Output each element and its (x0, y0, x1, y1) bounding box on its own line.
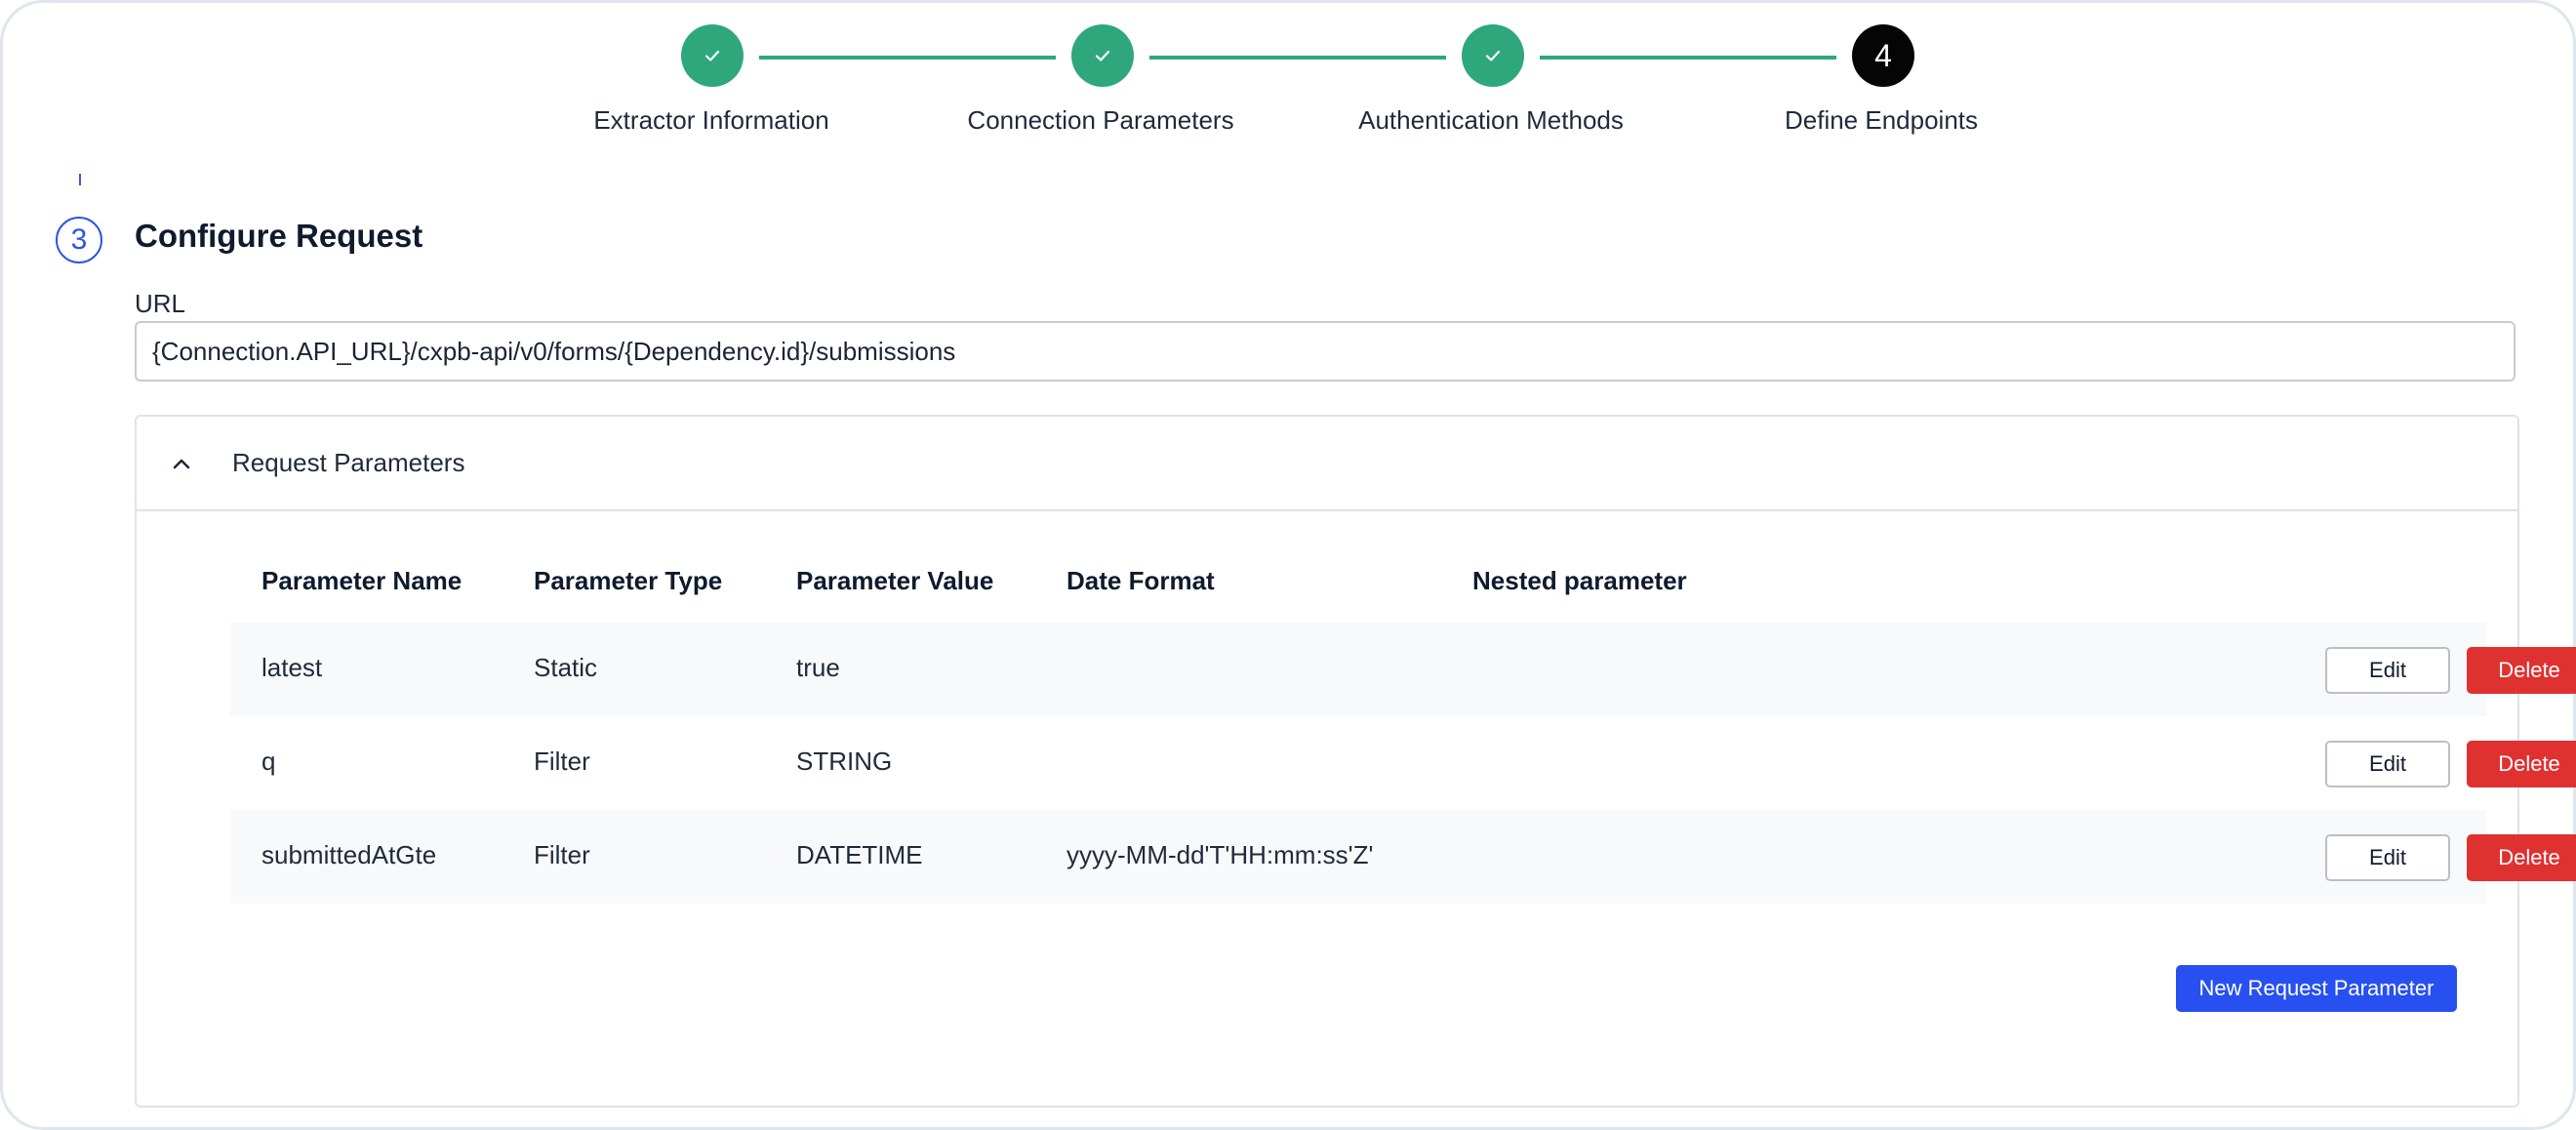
url-label: URL (135, 289, 186, 318)
param-name: q (262, 747, 276, 776)
step-2-complete[interactable] (1071, 24, 1134, 87)
step-label: Authentication Methods (1358, 105, 1624, 135)
step-connector (1149, 56, 1446, 60)
section-number-badge: 3 (56, 217, 102, 263)
new-request-parameter-button[interactable]: New Request Parameter (2176, 965, 2457, 1012)
check-icon (1485, 50, 1501, 61)
delete-button[interactable]: Delete (2467, 647, 2576, 694)
check-icon (1095, 50, 1110, 61)
param-name: submittedAtGte (262, 840, 437, 869)
step-label: Define Endpoints (1784, 105, 1979, 135)
param-type: Filter (534, 747, 590, 776)
param-value: DATETIME (796, 840, 923, 869)
request-parameters-panel: Request Parameters Parameter Name Parame… (135, 415, 2576, 1108)
edit-button[interactable]: Edit (2325, 647, 2450, 694)
param-value: STRING (796, 747, 893, 776)
stepper: 4 Extractor Information Connection Param… (0, 0, 2576, 156)
column-header: Parameter Name (262, 566, 463, 595)
param-date-format: yyyy-MM-dd'T'HH:mm:ss'Z' (1067, 840, 1374, 869)
edit-button[interactable]: Edit (2325, 834, 2450, 881)
step-number: 4 (1874, 37, 1892, 73)
table-row: submittedAtGte Filter DATETIME yyyy-MM-d… (230, 810, 2576, 904)
step-connector (759, 56, 1056, 60)
delete-button[interactable]: Delete (2467, 834, 2576, 881)
request-parameters-header[interactable]: Request Parameters (137, 417, 2517, 511)
request-parameters-title: Request Parameters (232, 448, 465, 477)
column-header: Nested parameter (1472, 566, 1687, 595)
table-row: q Filter STRING Edit Delete (230, 716, 2576, 810)
section-title: Configure Request (135, 218, 423, 254)
param-type: Filter (534, 840, 590, 869)
column-header: Date Format (1067, 566, 1215, 595)
param-type: Static (534, 653, 598, 682)
step-label: Connection Parameters (967, 105, 1234, 135)
chevron-up-icon[interactable] (170, 452, 193, 475)
step-1-complete[interactable] (681, 24, 744, 87)
delete-button[interactable]: Delete (2467, 741, 2576, 787)
column-header: Parameter Value (796, 566, 994, 595)
step-label: Extractor Information (593, 105, 829, 135)
param-name: latest (262, 653, 323, 682)
url-input[interactable] (135, 321, 2516, 382)
step-3-complete[interactable] (1462, 24, 1524, 87)
section-connector (79, 174, 81, 185)
step-4-current[interactable]: 4 (1852, 24, 1914, 87)
param-value: true (796, 653, 840, 682)
check-icon (704, 50, 720, 61)
step-connector (1540, 56, 1836, 60)
table-row: latest Static true Edit Delete (230, 623, 2576, 716)
edit-button[interactable]: Edit (2325, 741, 2450, 787)
column-header: Parameter Type (534, 566, 723, 595)
